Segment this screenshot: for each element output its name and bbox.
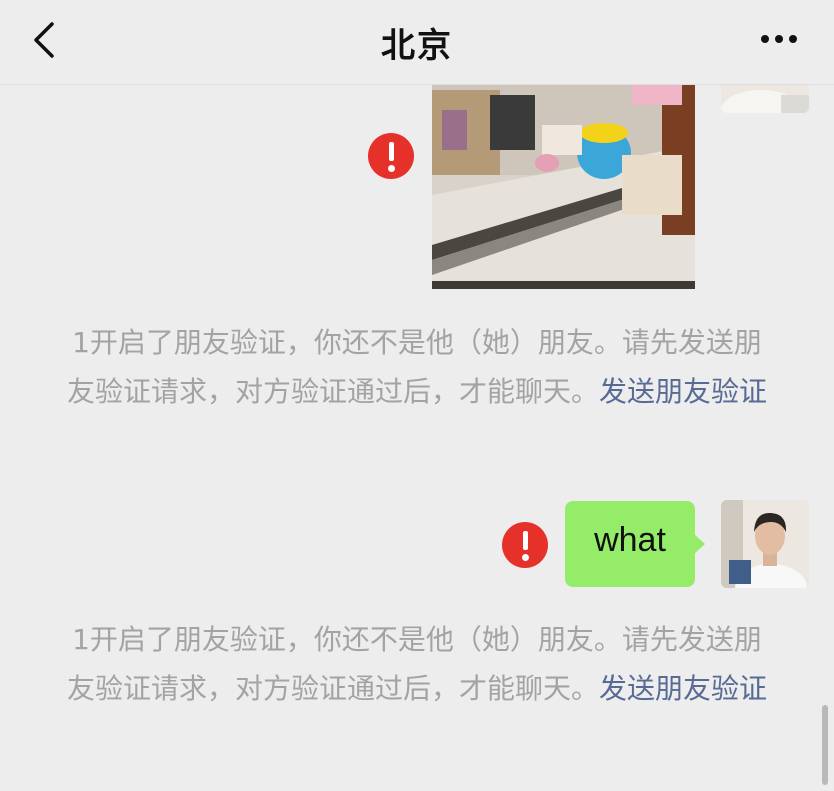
system-notice: 1开启了朋友验证，你还不是他（她）朋友。请先发送朋友验证请求，对方验证通过后，才… — [66, 318, 768, 416]
send-verification-link[interactable]: 发送朋友验证 — [599, 375, 767, 408]
more-dots-icon — [761, 35, 797, 43]
system-notice: 1开启了朋友验证，你还不是他（她）朋友。请先发送朋友验证请求，对方验证通过后，才… — [66, 615, 768, 713]
chat-title: 北京 — [381, 26, 453, 66]
send-verification-link[interactable]: 发送朋友验证 — [599, 672, 767, 705]
photo-image — [432, 85, 695, 289]
my-avatar[interactable] — [721, 85, 809, 113]
image-message[interactable] — [432, 85, 695, 289]
message-list[interactable]: 1开启了朋友验证，你还不是他（她）朋友。请先发送朋友验证请求，对方验证通过后，才… — [0, 85, 834, 791]
nav-bar: 北京 — [0, 0, 834, 85]
text-message-bubble[interactable]: what — [565, 501, 705, 587]
send-failed-icon[interactable] — [502, 522, 548, 568]
send-failed-icon[interactable] — [368, 133, 414, 179]
message-text: what — [594, 521, 666, 559]
my-avatar[interactable] — [721, 500, 809, 588]
scrollbar[interactable] — [822, 705, 828, 785]
more-button[interactable] — [754, 22, 804, 56]
